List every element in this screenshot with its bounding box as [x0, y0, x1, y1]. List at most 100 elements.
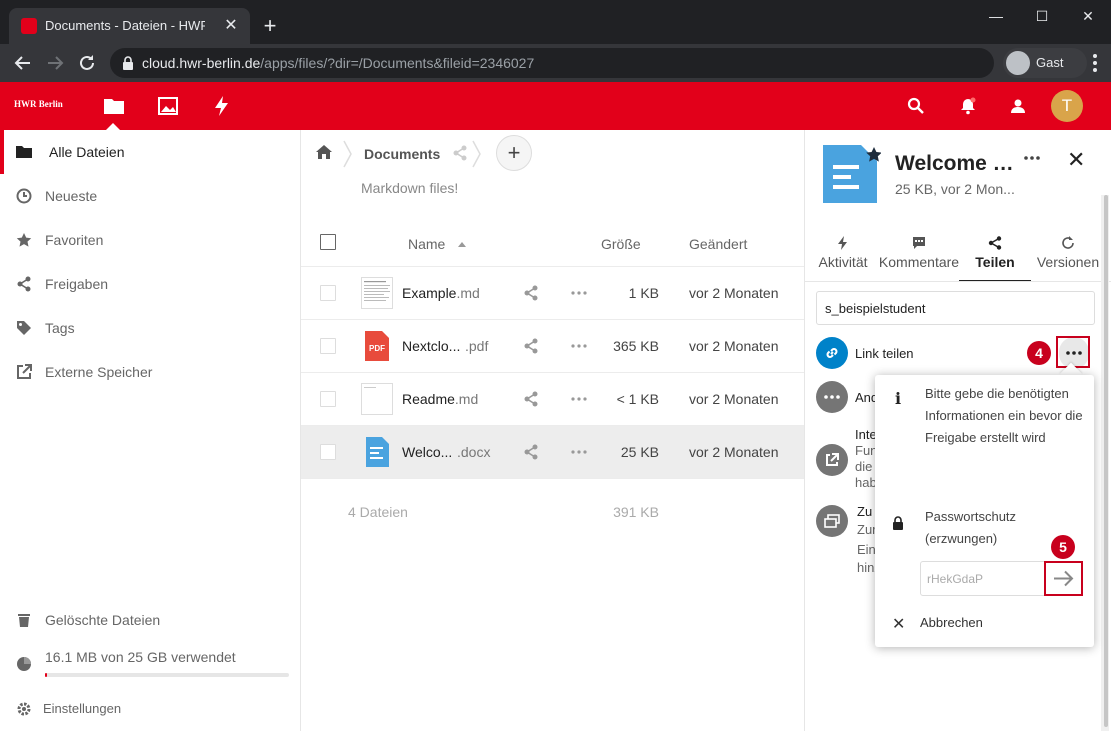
hwr-logo[interactable]: HWR Berlin — [14, 99, 63, 109]
file-modified: vor 2 Monaten — [689, 444, 779, 460]
close-window-icon[interactable]: ✕ — [1065, 6, 1111, 30]
more-actions-icon[interactable] — [571, 450, 587, 454]
close-tab-icon[interactable]: ✕ — [221, 16, 241, 36]
file-basename: Nextclo... — [402, 338, 461, 354]
settings-item[interactable]: Einstellungen — [0, 687, 300, 731]
file-basename: Welco... — [402, 444, 453, 460]
more-actions-icon[interactable] — [571, 291, 587, 295]
pie-chart-icon — [17, 657, 31, 671]
share-folder-icon[interactable] — [452, 145, 468, 161]
nav-item-geloeschte-dateien[interactable]: Gelöschte Dateien — [0, 598, 300, 642]
new-tab-icon[interactable]: + — [258, 14, 282, 38]
home-icon[interactable] — [315, 144, 333, 160]
cancel-icon[interactable]: ✕ — [892, 614, 905, 634]
nav-item-externe-speicher[interactable]: Externe Speicher — [0, 350, 300, 394]
share-icon[interactable] — [523, 285, 539, 301]
column-name[interactable]: Name — [408, 236, 445, 252]
nav-item-label: Freigaben — [45, 276, 109, 292]
tabs-divider — [805, 281, 1111, 282]
address-bar[interactable]: cloud.hwr-berlin.de/apps/files/?dir=/Doc… — [110, 48, 994, 78]
nav-item-alle-dateien[interactable]: Alle Dateien — [0, 130, 300, 174]
nav-item-tags[interactable]: Tags — [0, 306, 300, 350]
more-actions-icon[interactable] — [571, 397, 587, 401]
link-share-label: Link teilen — [855, 346, 914, 361]
row-checkbox[interactable] — [320, 338, 336, 354]
rich-workspace-text[interactable]: Markdown files! — [361, 180, 458, 196]
breadcrumb-documents[interactable]: Documents — [364, 146, 440, 162]
clock-icon — [16, 188, 32, 204]
row-checkbox[interactable] — [320, 285, 336, 301]
tab-aktivitaet[interactable]: Aktivität — [813, 230, 873, 282]
close-sidebar-icon[interactable]: ✕ — [1067, 149, 1085, 171]
forward-icon[interactable] — [44, 52, 66, 74]
project-desc-1: Zur — [857, 522, 877, 537]
tab-teilen[interactable]: Teilen — [959, 230, 1031, 282]
share-icon[interactable] — [523, 391, 539, 407]
comment-icon — [913, 237, 925, 249]
internal-link-avatar — [816, 444, 848, 476]
browser-menu-icon[interactable] — [1092, 53, 1098, 73]
gear-icon — [17, 702, 31, 716]
row-checkbox[interactable] — [320, 444, 336, 460]
sidebar-more-icon[interactable] — [1024, 156, 1040, 160]
profile-label: Gast — [1036, 55, 1064, 70]
file-row-nextcloud-pdf[interactable]: PDF Nextclo... .pdf 365 KB vor 2 Monaten — [301, 320, 804, 373]
history-icon — [1062, 236, 1074, 249]
document-icon — [366, 437, 389, 467]
column-modified[interactable]: Geändert — [689, 236, 747, 252]
text-file-thumbnail-icon — [361, 277, 393, 309]
back-icon[interactable] — [12, 52, 34, 74]
file-row-readme[interactable]: Readme.md < 1 KB vor 2 Monaten — [301, 373, 804, 426]
files-app-icon[interactable] — [103, 95, 125, 117]
maximize-icon[interactable]: ☐ — [1019, 6, 1065, 30]
highlight-frame-4 — [1056, 336, 1090, 368]
browser-tab[interactable]: Documents - Dateien - HWR Cloud ✕ — [9, 8, 250, 44]
nav-item-neueste[interactable]: Neueste — [0, 174, 300, 218]
nav-item-label: Favoriten — [45, 232, 104, 248]
file-extension: .md — [454, 391, 479, 407]
file-row-example[interactable]: Example.md 1 KB vor 2 Monaten — [301, 267, 804, 320]
file-name: Nextclo... — [402, 338, 460, 354]
new-file-button[interactable]: + — [496, 135, 532, 171]
sidebar-scrollbar-thumb[interactable] — [1104, 195, 1108, 727]
tab-kommentare[interactable]: Kommentare — [877, 230, 961, 282]
activity-app-icon[interactable] — [211, 95, 233, 117]
other-share-label: And — [855, 390, 875, 405]
row-checkbox[interactable] — [320, 391, 336, 407]
share-icon[interactable] — [523, 444, 539, 460]
lock-icon — [893, 516, 903, 530]
link-icon — [826, 348, 838, 358]
profile-button[interactable]: Gast — [1003, 48, 1087, 78]
breadcrumb-separator-icon — [343, 140, 352, 168]
file-row-welcome-docx[interactable]: Welco... .docx 25 KB vor 2 Monaten — [301, 426, 804, 479]
share-icon[interactable] — [523, 338, 539, 354]
nav-item-favoriten[interactable]: Favoriten — [0, 218, 300, 262]
nav-item-freigaben[interactable]: Freigaben — [0, 262, 300, 306]
password-input[interactable]: rHekGdaP — [920, 561, 1046, 596]
file-size: < 1 KB — [616, 391, 659, 407]
share-with-input[interactable]: s_beispielstudent — [816, 291, 1095, 325]
notifications-icon[interactable] — [959, 97, 977, 115]
contacts-icon[interactable] — [1008, 97, 1026, 115]
cancel-button[interactable]: Abbrechen — [920, 615, 983, 630]
project-desc-2: Eint — [857, 542, 877, 557]
more-actions-icon[interactable] — [571, 344, 587, 348]
minimize-icon[interactable]: — — [973, 6, 1019, 30]
file-extension: .pdf — [465, 338, 489, 354]
nav-item-label: Neueste — [45, 188, 98, 204]
reload-icon[interactable] — [76, 52, 98, 74]
search-icon[interactable] — [907, 97, 925, 115]
external-link-icon — [826, 453, 839, 466]
document-favorite-icon — [823, 145, 881, 203]
file-modified: vor 2 Monaten — [689, 391, 779, 407]
user-avatar[interactable]: T — [1051, 90, 1083, 122]
tab-versionen[interactable]: Versionen — [1035, 230, 1101, 282]
project-icon — [824, 514, 840, 528]
url-path: /apps/files/?dir=/Documents&fileid=23460… — [260, 55, 535, 71]
other-share-avatar — [816, 381, 848, 413]
pdf-badge-text: PDF — [369, 344, 385, 353]
nav-item-label: Externe Speicher — [45, 364, 153, 380]
photos-app-icon[interactable] — [157, 95, 179, 117]
column-size[interactable]: Größe — [601, 236, 641, 252]
select-all-checkbox[interactable] — [320, 234, 336, 250]
